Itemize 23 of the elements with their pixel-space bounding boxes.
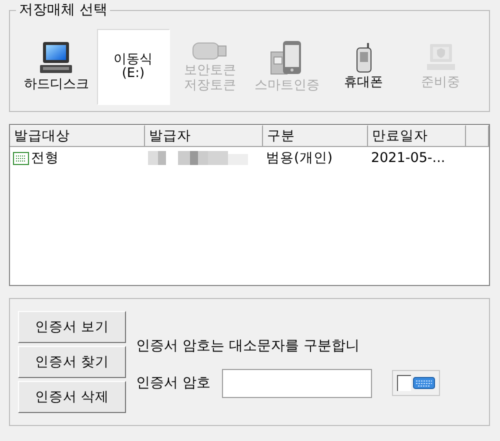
column-header[interactable]: 만료일자: [368, 125, 466, 147]
certificate-button[interactable]: 인증서 보기: [18, 311, 126, 343]
certificate-icon: [13, 152, 29, 164]
password-label: 인증서 암호: [136, 374, 210, 392]
table-cell: 전형: [31, 149, 59, 167]
column-header[interactable]: 구분: [263, 125, 368, 147]
column-header[interactable]: 발급자: [145, 125, 263, 147]
table-cell-text: 2021-05-...: [370, 150, 446, 166]
keyboard-icon: [413, 377, 436, 389]
mobile-phone-icon: [354, 43, 374, 74]
storage-option[interactable]: 이동식 (E:): [96, 29, 170, 105]
usb-drive-icon: [192, 41, 228, 62]
certificate-button[interactable]: 인증서 삭제: [18, 381, 126, 413]
password-field[interactable]: [222, 368, 372, 398]
group-title: 저장매체 선택: [16, 1, 110, 19]
notice-text: 인증서 암호는 대소문자를 구분합니: [136, 336, 360, 354]
storage-option[interactable]: 휴대폰: [327, 29, 400, 105]
column-header[interactable]: 발급대상: [10, 125, 145, 147]
table-cell-text: 범용(개인): [265, 149, 334, 167]
laptop-icon: [38, 41, 74, 76]
checkbox[interactable]: [397, 375, 412, 391]
certificate-button[interactable]: 인증서 찾기: [18, 346, 126, 378]
storage-option[interactable]: 하드디스크: [20, 29, 93, 105]
